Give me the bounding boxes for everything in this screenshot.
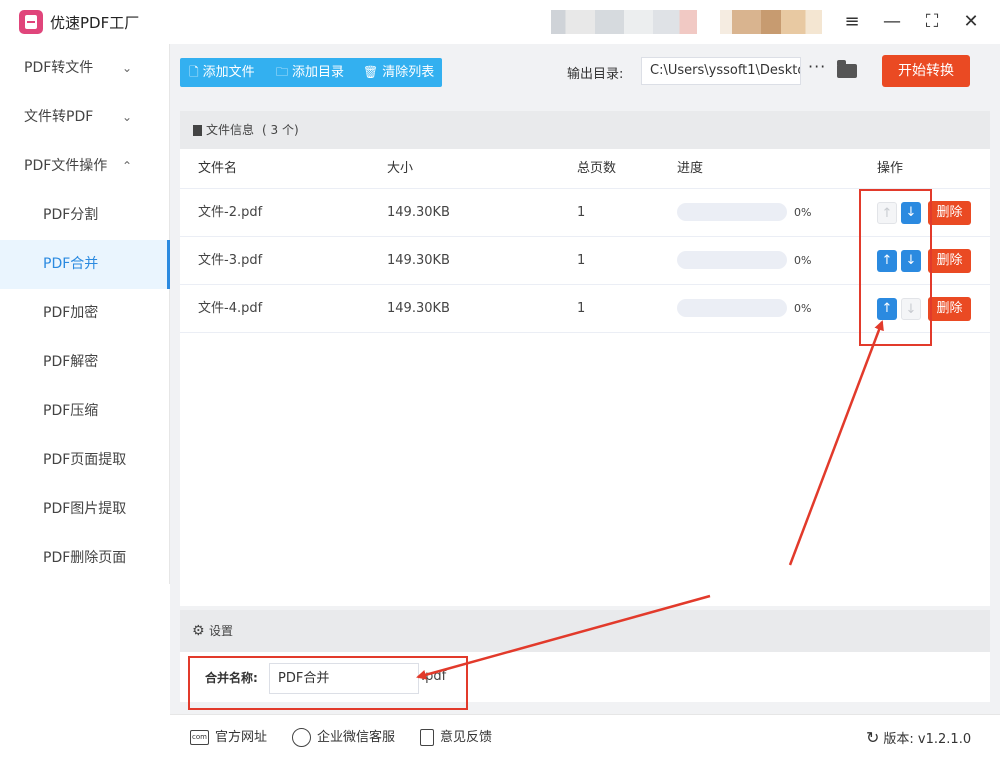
chat-icon [292,728,311,747]
progress-percent: 0% [794,206,812,219]
table-header: 文件名 大小 总页数 进度 操作 [180,149,990,189]
file-icon: 🗋 [189,65,199,79]
title-bar: 优速PDF工厂 ≡ — ⛶ ✕ [0,0,1000,44]
chevron-down-icon: ⌄ [122,61,133,75]
move-up-button[interactable]: ↑ [877,250,897,272]
minimize-icon[interactable]: — [880,10,904,34]
file-size: 149.30KB [387,205,450,220]
chevron-up-icon: ⌃ [122,159,133,173]
website-link[interactable]: com 官方网址 [190,715,267,760]
delete-button[interactable]: 删除 [928,297,971,321]
file-info-header: 文件信息 ( 3 个) [180,111,990,149]
clear-list-button[interactable]: 🗑 清除列表 [363,58,434,87]
column-header-progress: 进度 [677,161,704,176]
sidebar-item-pdf-image-extract[interactable]: PDF图片提取 [0,485,170,534]
column-header-pages: 总页数 [577,161,617,176]
app-title: 优速PDF工厂 [50,14,140,32]
more-options-button[interactable]: ··· [808,57,826,76]
file-size: 149.30KB [387,301,450,316]
sidebar-item-pdf-operations[interactable]: PDF文件操作 ⌃ [0,142,170,191]
page-count: 1 [577,253,586,268]
file-name: 文件-4.pdf [198,301,263,316]
sidebar-item-pdf-compress[interactable]: PDF压缩 [0,387,170,436]
merge-name-input[interactable]: PDF合并 [269,663,419,694]
progress-percent: 0% [794,302,812,315]
file-toolbar: 🗋 添加文件 🗀 添加目录 🗑 清除列表 [180,58,442,87]
progress-bar [677,203,787,221]
move-down-button[interactable]: ↓ [901,202,921,224]
sidebar-item-pdf-merge[interactable]: PDF合并 [0,240,170,289]
blurred-avatar [720,10,822,34]
start-convert-button[interactable]: 开始转换 [882,55,970,87]
sidebar-item-pdf-encrypt[interactable]: PDF加密 [0,289,170,338]
page-count: 1 [577,301,586,316]
delete-button[interactable]: 删除 [928,201,971,225]
merge-name-label: 合并名称: [205,671,258,685]
delete-button[interactable]: 删除 [928,249,971,273]
open-folder-icon[interactable] [837,60,857,78]
sidebar-item-file-to-pdf[interactable]: 文件转PDF ⌄ [0,93,170,142]
file-count: ( 3 个) [262,123,299,137]
sidebar-item-pdf-split[interactable]: PDF分割 [0,191,170,240]
sidebar-item-pdf-decrypt[interactable]: PDF解密 [0,338,170,387]
blurred-user-info [551,10,697,34]
merge-name-suffix: .pdf [421,669,447,684]
table-row[interactable]: 文件-4.pdf 149.30KB 1 0% ↑ ↓ 删除 [180,285,990,333]
file-name: 文件-3.pdf [198,253,263,268]
chevron-down-icon: ⌄ [122,110,133,124]
sidebar-item-pdf-to-file[interactable]: PDF转文件 ⌄ [0,44,170,93]
version-info[interactable]: ↻ 版本: v1.2.1.0 [866,715,971,760]
output-dir-label: 输出目录: [567,67,624,82]
column-header-size: 大小 [387,161,414,176]
website-icon: com [190,730,209,745]
settings-body: 合并名称: PDF合并 .pdf [180,652,990,702]
move-down-button[interactable]: ↓ [901,250,921,272]
settings-header: ⚙ 设置 [180,610,990,652]
feedback-link[interactable]: 意见反馈 [420,715,492,760]
wechat-support-link[interactable]: 企业微信客服 [292,715,395,760]
table-row[interactable]: 文件-2.pdf 149.30KB 1 0% ↑ ↓ 删除 [180,189,990,237]
move-down-button: ↓ [901,298,921,320]
table-row[interactable]: 文件-3.pdf 149.30KB 1 0% ↑ ↓ 删除 [180,237,990,285]
feedback-icon [420,729,434,746]
add-directory-button[interactable]: 🗀 添加目录 [276,58,344,87]
file-list-panel: 文件信息 ( 3 个) 文件名 大小 总页数 进度 操作 文件-2.pdf 14… [180,111,990,606]
menu-icon[interactable]: ≡ [840,10,864,34]
column-header-name: 文件名 [198,161,238,176]
maximize-icon[interactable]: ⛶ [920,10,944,34]
folder-icon: 🗀 [276,65,289,79]
footer: com 官方网址 企业微信客服 意见反馈 ↻ 版本: v1.2.1.0 [170,714,1000,760]
page-count: 1 [577,205,586,220]
column-header-actions: 操作 [877,161,904,176]
move-up-button[interactable]: ↑ [877,298,897,320]
sidebar: PDF转文件 ⌄ 文件转PDF ⌄ PDF文件操作 ⌃ PDF分割 PDF合并 … [0,44,170,584]
file-name: 文件-2.pdf [198,205,263,220]
document-icon [193,125,202,136]
refresh-icon: ↻ [866,728,880,747]
progress-percent: 0% [794,254,812,267]
app-logo [19,10,43,34]
sidebar-item-pdf-page-extract[interactable]: PDF页面提取 [0,436,170,485]
trash-icon: 🗑 [363,65,379,79]
progress-bar [677,299,787,317]
output-dir-input[interactable]: C:\Users\yssoft1\Desktop [641,57,801,85]
sidebar-item-pdf-delete-pages[interactable]: PDF删除页面 [0,534,170,583]
move-up-button: ↑ [877,202,897,224]
add-file-button[interactable]: 🗋 添加文件 [189,58,255,87]
file-size: 149.30KB [387,253,450,268]
close-icon[interactable]: ✕ [959,10,983,34]
gear-icon: ⚙ [192,623,205,639]
progress-bar [677,251,787,269]
